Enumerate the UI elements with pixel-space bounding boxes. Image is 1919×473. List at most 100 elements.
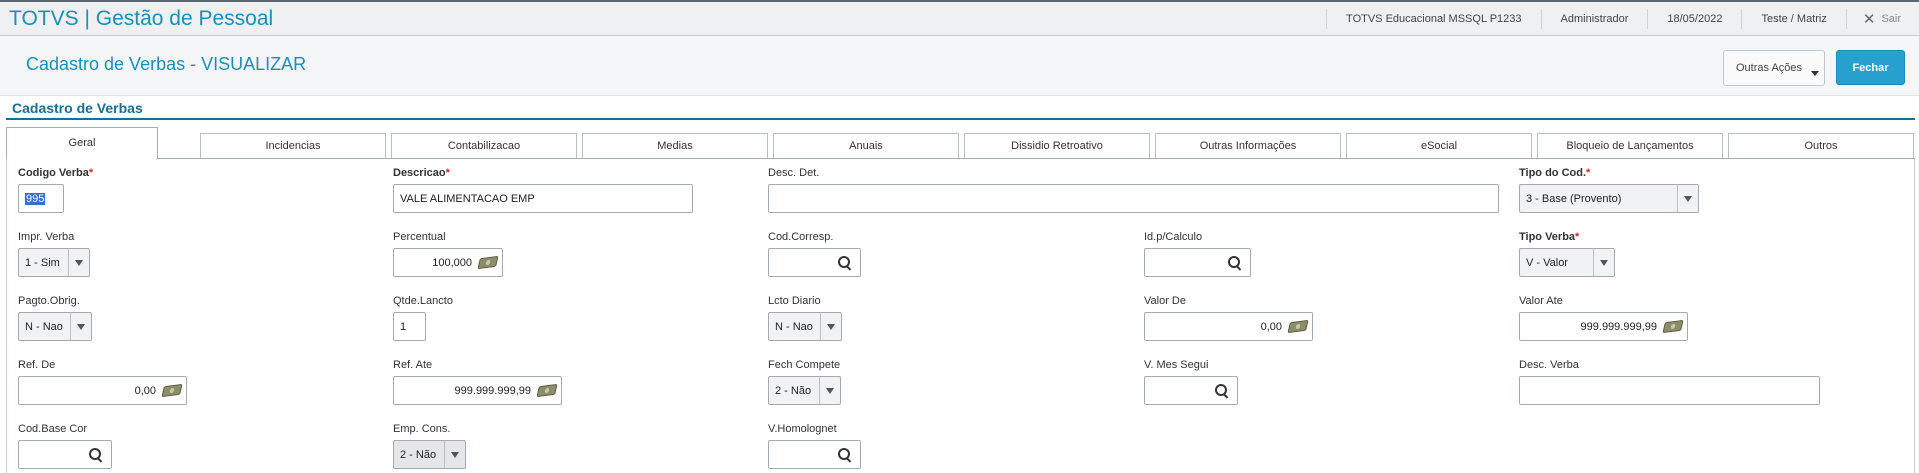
chevron-down-icon [1677, 185, 1698, 212]
desc-verba-field: Desc. Verba [1519, 359, 1820, 405]
lcto-diario-select[interactable]: N - Nao [768, 312, 842, 341]
tipo-cod-select[interactable]: 3 - Base (Provento) [1519, 184, 1699, 213]
ref-ate-label: Ref. Ate [393, 359, 433, 371]
valor-ate-input[interactable]: 999.999.999,99 [1519, 312, 1688, 341]
close-icon: ✕ [1862, 11, 1876, 28]
fech-compete-field: Fech Compete 2 - Não [768, 359, 841, 405]
percentual-label: Percentual [393, 231, 446, 243]
v-homolognet-label: V.Homolognet [768, 423, 837, 435]
ref-de-label: Ref. De [18, 359, 56, 371]
tipo-verba-select[interactable]: V - Valor [1519, 248, 1615, 277]
environment-label: TOTVS Educacional MSSQL P1233 [1326, 9, 1540, 29]
impr-verba-select[interactable]: 1 - Sim [18, 248, 90, 277]
search-icon[interactable] [838, 448, 852, 462]
percentual-field: Percentual 100,000 [393, 231, 503, 277]
qtde-lancto-field: Qtde.Lancto 1 [393, 295, 453, 341]
page-title: Cadastro de Verbas - VISUALIZAR [26, 54, 307, 74]
tipo-cod-label: Tipo do Cod. [1519, 167, 1587, 179]
descricao-label: Descricao [393, 167, 446, 179]
form-panel: Codigo Verba* 995 Descricao* VALE ALIMEN… [6, 158, 1915, 473]
pagto-obrig-select[interactable]: N - Nao [18, 312, 92, 341]
ref-ate-input[interactable]: 999.999.999,99 [393, 376, 562, 405]
cod-base-cor-label: Cod.Base Cor [18, 423, 88, 435]
tab-incidencias[interactable]: Incidencias [200, 133, 386, 158]
page-header: Cadastro de Verbas - VISUALIZAR Outras A… [0, 36, 1919, 96]
search-icon[interactable] [89, 448, 103, 462]
qtde-lancto-value: 1 [400, 320, 407, 333]
search-icon[interactable] [1228, 256, 1242, 270]
ref-de-field: Ref. De 0,00 [18, 359, 187, 405]
valor-ate-field: Valor Ate 999.999.999,99 [1519, 295, 1688, 341]
chevron-down-icon [444, 441, 465, 468]
logout-label: Sair [1881, 13, 1901, 25]
cod-base-cor-field: Cod.Base Cor [18, 423, 112, 469]
emp-cons-select[interactable]: 2 - Não [393, 440, 466, 469]
fech-compete-select[interactable]: 2 - Não [768, 376, 841, 405]
chevron-down-icon [1593, 249, 1614, 276]
tipo-verba-field: Tipo Verba* V - Valor [1519, 231, 1615, 277]
close-button[interactable]: Fechar [1836, 50, 1905, 85]
cod-base-cor-input[interactable] [18, 440, 112, 469]
qtde-lancto-label: Qtde.Lancto [393, 295, 453, 307]
chevron-down-icon [1811, 71, 1819, 76]
required-marker: * [445, 167, 450, 179]
tipo-verba-value: V - Valor [1526, 256, 1568, 269]
tab-esocial[interactable]: eSocial [1346, 133, 1532, 158]
fech-compete-value: 2 - Não [775, 384, 812, 397]
other-actions-label: Outras Ações [1736, 62, 1803, 74]
v-homolognet-field: V.Homolognet [768, 423, 861, 469]
valor-ate-label: Valor Ate [1519, 295, 1563, 307]
cod-corresp-label: Cod.Corresp. [768, 231, 834, 243]
tab-outras-informacoes[interactable]: Outras Informações [1155, 133, 1341, 158]
v-homolognet-input[interactable] [768, 440, 861, 469]
percentual-input[interactable]: 100,000 [393, 248, 503, 277]
cod-corresp-field: Cod.Corresp. [768, 231, 861, 277]
chevron-down-icon [68, 249, 89, 276]
impr-verba-field: Impr. Verba 1 - Sim [18, 231, 90, 277]
money-icon [1287, 319, 1309, 334]
emp-cons-label: Emp. Cons. [393, 423, 451, 435]
tab-bloqueio-lancamentos[interactable]: Bloqueio de Lançamentos [1537, 133, 1723, 158]
id-calculo-input[interactable] [1144, 248, 1251, 277]
tab-contabilizacao[interactable]: Contabilizacao [391, 133, 577, 158]
fech-compete-label: Fech Compete [768, 359, 841, 371]
qtde-lancto-input[interactable]: 1 [393, 312, 426, 341]
other-actions-button[interactable]: Outras Ações [1723, 50, 1825, 86]
desc-verba-label: Desc. Verba [1519, 359, 1579, 371]
ref-ate-field: Ref. Ate 999.999.999,99 [393, 359, 562, 405]
search-icon[interactable] [1215, 384, 1229, 398]
codigo-verba-value: 995 [25, 192, 46, 205]
valor-de-value: 0,00 [1260, 320, 1282, 333]
tipo-cod-value: 3 - Base (Provento) [1526, 192, 1622, 205]
tab-anuais[interactable]: Anuais [773, 133, 959, 158]
emp-cons-field: Emp. Cons. 2 - Não [393, 423, 466, 469]
valor-de-input[interactable]: 0,00 [1144, 312, 1313, 341]
logout-button[interactable]: ✕ Sair [1845, 9, 1919, 29]
section-divider [6, 118, 1915, 120]
desc-det-label: Desc. Det. [768, 167, 820, 179]
branch-selector[interactable]: Teste / Matriz [1741, 9, 1845, 29]
tab-geral[interactable]: Geral [6, 127, 158, 159]
money-icon [477, 255, 499, 270]
id-calculo-label: Id.p/Calculo [1144, 231, 1203, 243]
cod-corresp-input[interactable] [768, 248, 861, 277]
ref-de-input[interactable]: 0,00 [18, 376, 187, 405]
valor-de-label: Valor De [1144, 295, 1186, 307]
desc-det-field: Desc. Det. [768, 167, 1499, 213]
tipo-cod-field: Tipo do Cod.* 3 - Base (Provento) [1519, 167, 1699, 213]
money-icon [161, 383, 183, 398]
pagto-obrig-value: N - Nao [25, 320, 63, 333]
codigo-verba-label: Codigo Verba [18, 167, 89, 179]
chevron-down-icon [819, 377, 840, 404]
tab-outros[interactable]: Outros [1728, 133, 1914, 158]
codigo-verba-input[interactable]: 995 [18, 184, 64, 213]
tab-medias[interactable]: Medias [582, 133, 768, 158]
required-marker: * [1586, 167, 1591, 179]
v-mes-segui-input[interactable] [1144, 376, 1238, 405]
tab-dissidio-retroativo[interactable]: Dissidio Retroativo [964, 133, 1150, 158]
search-icon[interactable] [838, 256, 852, 270]
desc-det-input[interactable] [768, 184, 1499, 213]
impr-verba-label: Impr. Verba [18, 231, 75, 243]
desc-verba-input[interactable] [1519, 376, 1820, 405]
descricao-input[interactable]: VALE ALIMENTACAO EMP [393, 184, 693, 213]
